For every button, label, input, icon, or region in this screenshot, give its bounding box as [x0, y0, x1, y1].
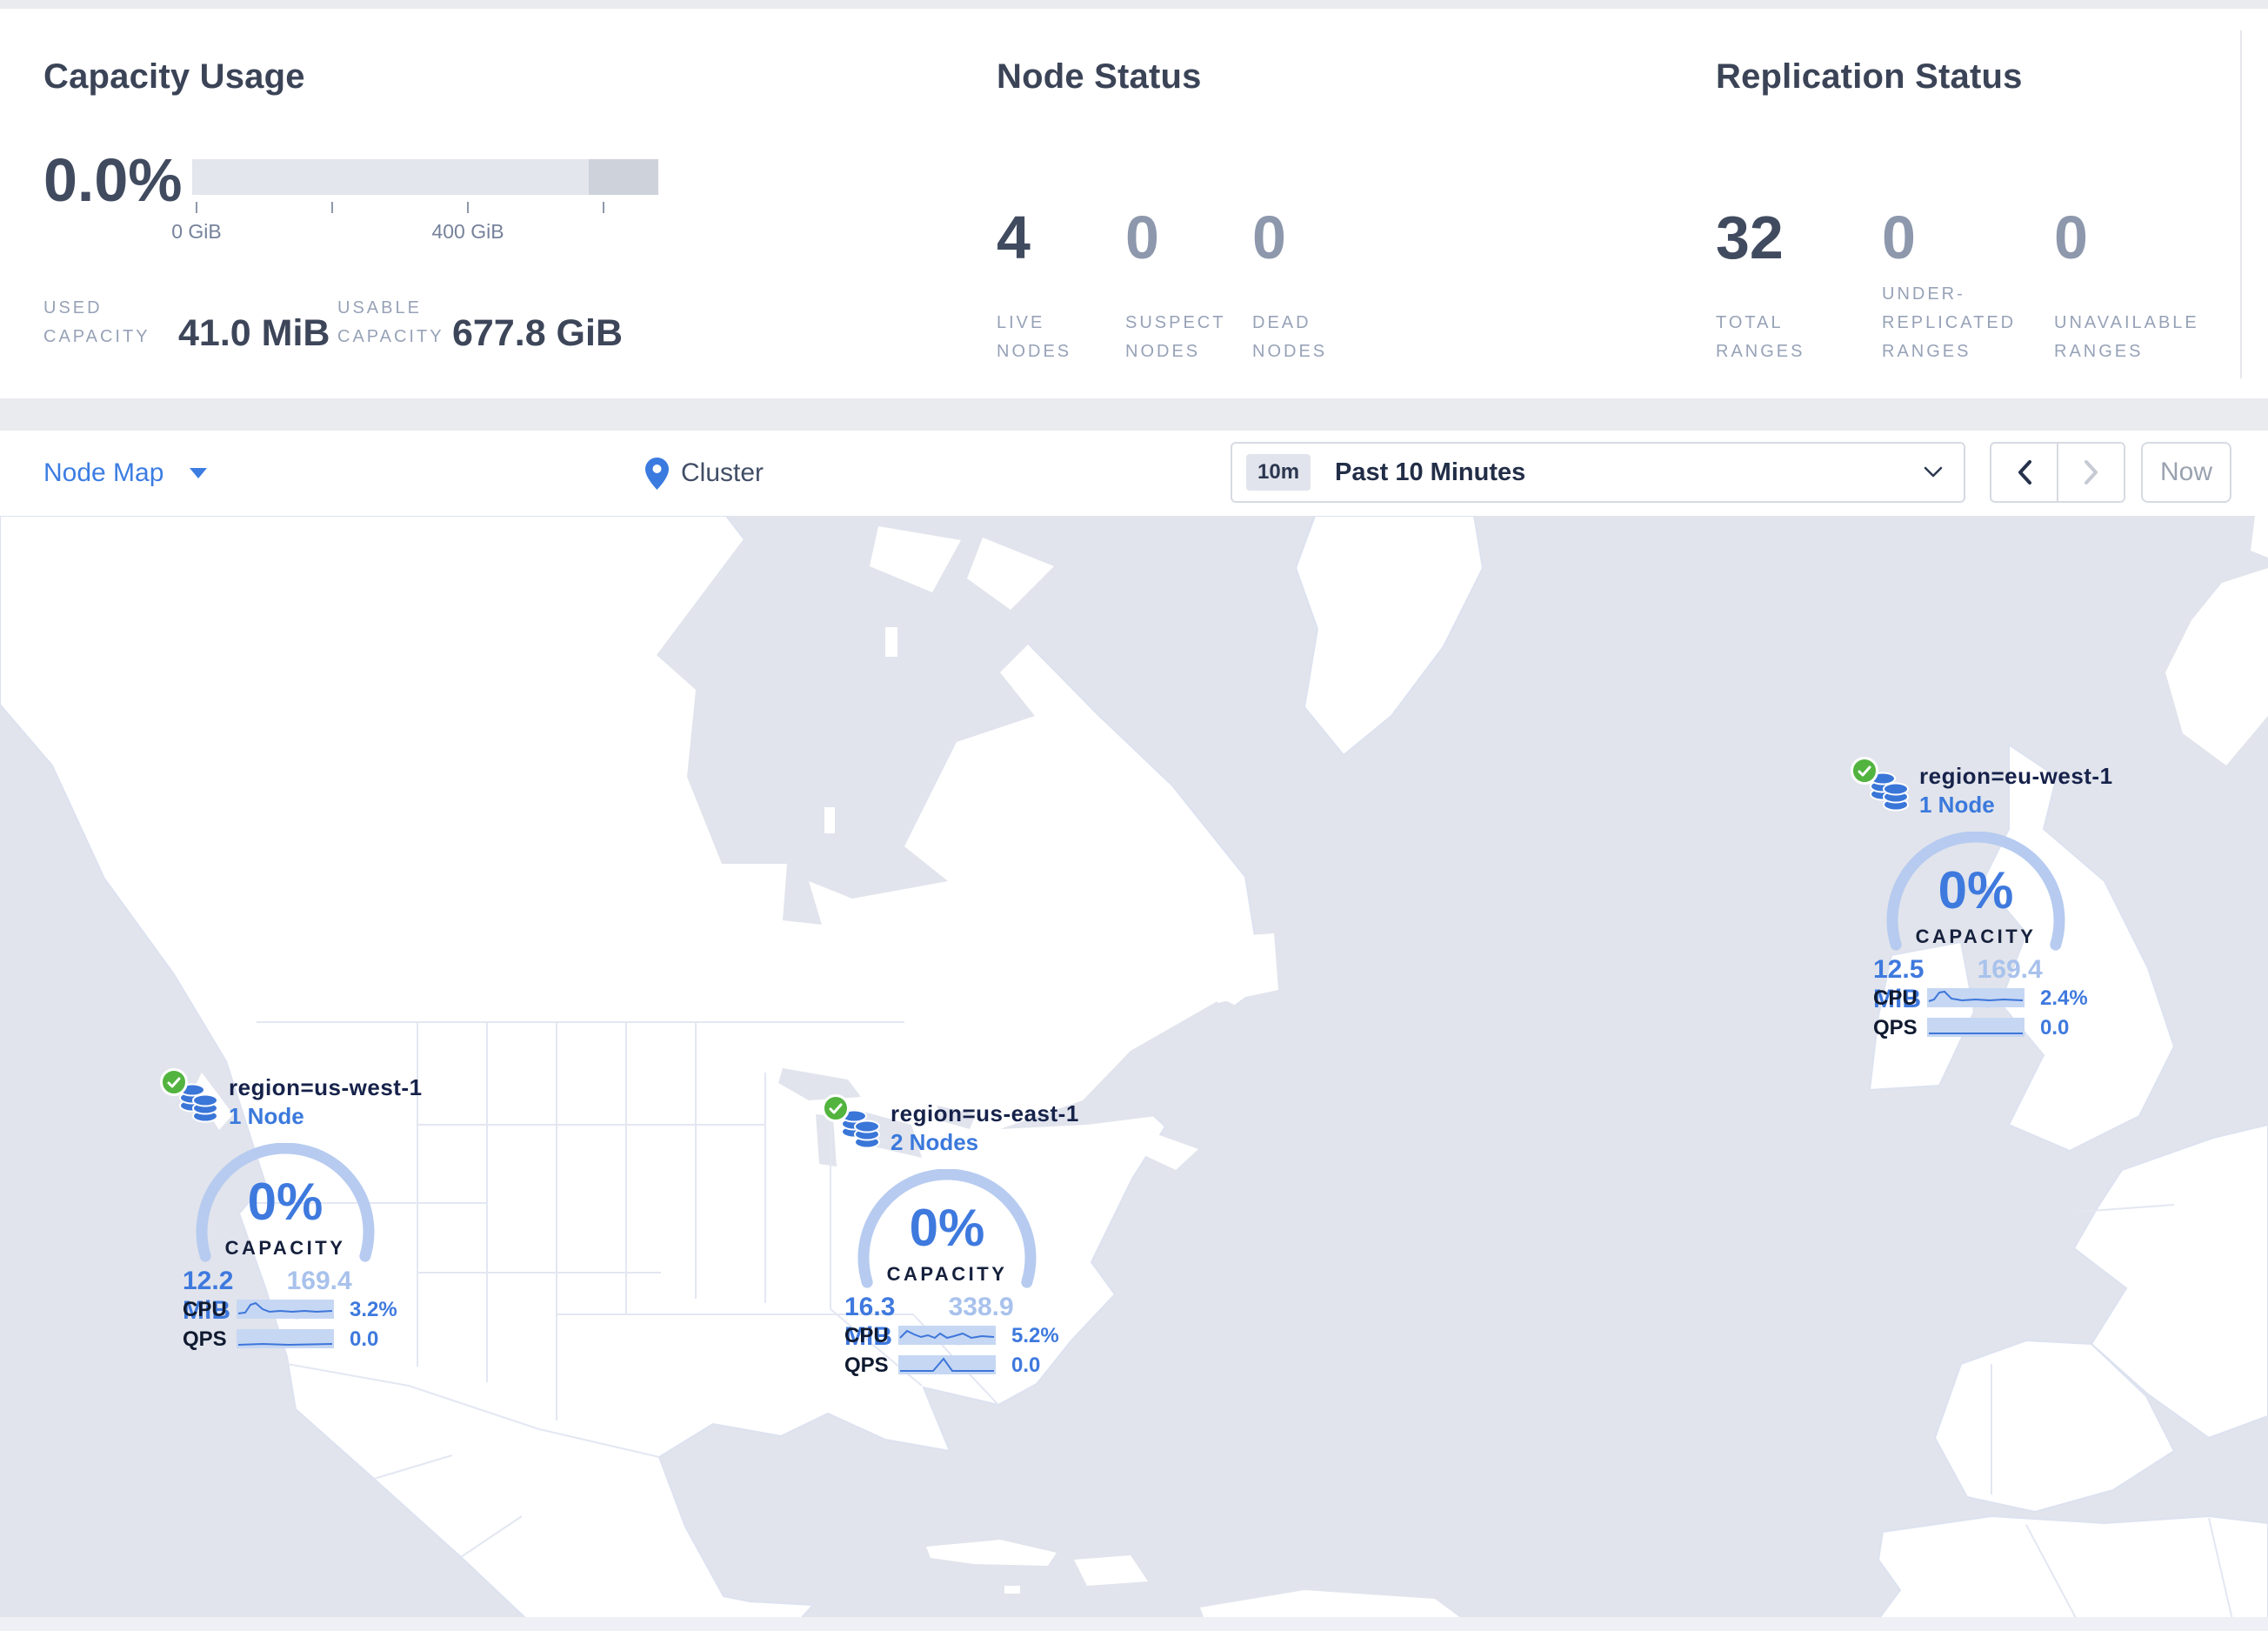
- chevron-right-icon: [2084, 460, 2098, 485]
- unavailable-ranges-label: UNAVAILABLE RANGES: [2054, 313, 2199, 361]
- cpu-value: 2.4%: [2040, 986, 2088, 1010]
- suspect-nodes-count: 0: [1125, 204, 1159, 271]
- under-replicated-label: UNDER-REPLICATED RANGES: [1882, 284, 2017, 361]
- unavailable-ranges-count: 0: [2054, 204, 2088, 271]
- qps-value: 0.0: [350, 1327, 379, 1351]
- cpu-sparkline: [898, 1326, 996, 1345]
- total-ranges-count: 32: [1716, 204, 1784, 271]
- total-ranges-label: TOTAL RANGES: [1716, 313, 1805, 361]
- suspect-nodes-label: SUSPECT NODES: [1125, 313, 1226, 361]
- dead-nodes-label: DEAD NODES: [1252, 313, 1328, 361]
- cpu-sparkline: [1927, 988, 2025, 1007]
- now-button[interactable]: Now: [2141, 442, 2231, 503]
- used-capacity-label: USED CAPACITY: [43, 298, 150, 346]
- chevron-down-icon: [1924, 466, 1943, 478]
- region-name: region=eu-west-1: [1919, 763, 2113, 789]
- region-capacity-label: CAPACITY: [886, 1263, 1008, 1285]
- map-bottom-strip: [0, 1617, 2268, 1631]
- time-range-dropdown[interactable]: 10m Past 10 Minutes: [1231, 442, 1965, 503]
- check-circle-icon: [1851, 757, 1878, 785]
- prev-time-button[interactable]: [1991, 444, 2058, 501]
- live-nodes-count: 4: [997, 204, 1031, 271]
- region-capacity-label: CAPACITY: [1915, 926, 2037, 947]
- capacity-axis-tick: [467, 202, 469, 213]
- qps-sparkline: [237, 1329, 334, 1348]
- capacity-axis-tick: [196, 202, 197, 213]
- qps-value: 0.0: [2040, 1016, 2070, 1039]
- map-pin-icon: [645, 457, 669, 490]
- capacity-percent: 0.0%: [43, 146, 183, 214]
- view-selector-node-map[interactable]: Node Map: [43, 431, 208, 516]
- check-circle-icon: [822, 1094, 850, 1122]
- time-pager: [1990, 442, 2125, 503]
- region-capacity-percent: 0%: [247, 1173, 324, 1231]
- view-selector-label: Node Map: [43, 458, 164, 487]
- region-node-count: 1 Node: [229, 1103, 304, 1129]
- cpu-label: CPU: [1873, 986, 1918, 1010]
- capacity-tick-label-0: 0 GiB: [171, 220, 222, 243]
- capacity-usage-bar: [192, 159, 658, 195]
- summary-section-divider: [2240, 30, 2242, 378]
- time-shortcut-badge: 10m: [1246, 454, 1311, 491]
- region-marker-eu-west-1[interactable]: region=eu-west-1 1 Node 0% CAPACITY 12.5…: [1837, 757, 2115, 1049]
- breadcrumb-label: Cluster: [681, 458, 764, 487]
- under-replicated-count: 0: [1882, 204, 1916, 271]
- region-capacity-percent: 0%: [909, 1199, 985, 1257]
- cluster-summary-panel: Capacity Usage 0.0% 0 GiB 400 GiB USED C…: [0, 9, 2268, 398]
- cpu-value: 5.2%: [1011, 1324, 1059, 1347]
- region-marker-us-east-1[interactable]: region=us-east-1 2 Nodes 0% CAPACITY 16.…: [808, 1094, 1086, 1387]
- capacity-axis-tick: [331, 202, 333, 213]
- now-button-label: Now: [2159, 458, 2212, 486]
- cpu-value: 3.2%: [350, 1298, 397, 1321]
- qps-label: QPS: [1873, 1016, 1918, 1039]
- capacity-bar-end-segment: [589, 159, 658, 195]
- qps-value: 0.0: [1011, 1354, 1041, 1377]
- region-marker-us-west-1[interactable]: region=us-west-1 1 Node 0% CAPACITY 12.2…: [146, 1068, 424, 1360]
- region-capacity-label: CAPACITY: [224, 1237, 346, 1259]
- chevron-left-icon: [2018, 460, 2031, 485]
- node-status-title: Node Status: [997, 57, 1202, 96]
- breadcrumb[interactable]: Cluster: [645, 431, 764, 516]
- used-capacity-value: 41.0 MiB: [178, 312, 330, 354]
- cpu-label: CPU: [183, 1298, 227, 1321]
- caret-down-icon: [190, 468, 208, 478]
- time-range-value: Past 10 Minutes: [1335, 458, 1526, 486]
- qps-label: QPS: [183, 1327, 227, 1351]
- region-name: region=us-east-1: [891, 1100, 1079, 1126]
- cpu-sparkline: [237, 1300, 334, 1319]
- replication-status-title: Replication Status: [1716, 57, 2023, 96]
- capacity-tick-label-400: 400 GiB: [431, 220, 504, 243]
- region-name: region=us-west-1: [229, 1074, 423, 1100]
- dead-nodes-count: 0: [1252, 204, 1286, 271]
- qps-sparkline: [1927, 1018, 2025, 1037]
- check-circle-icon: [160, 1068, 188, 1096]
- map-toolbar: Node Map Cluster 10m Past 10 Minutes Now: [0, 431, 2268, 516]
- cpu-label: CPU: [844, 1324, 889, 1347]
- capacity-usage-title: Capacity Usage: [43, 57, 305, 96]
- capacity-axis-tick: [603, 202, 604, 213]
- region-node-count: 2 Nodes: [891, 1129, 979, 1155]
- next-time-button[interactable]: [2058, 444, 2124, 501]
- region-capacity-percent: 0%: [1938, 861, 2014, 919]
- qps-label: QPS: [844, 1354, 889, 1377]
- usable-capacity-value: 677.8 GiB: [452, 312, 623, 354]
- region-node-count: 1 Node: [1919, 792, 1995, 818]
- cluster-overview-page: Capacity Usage 0.0% 0 GiB 400 GiB USED C…: [0, 0, 2268, 1631]
- live-nodes-label: LIVE NODES: [997, 313, 1072, 361]
- qps-sparkline: [898, 1355, 996, 1374]
